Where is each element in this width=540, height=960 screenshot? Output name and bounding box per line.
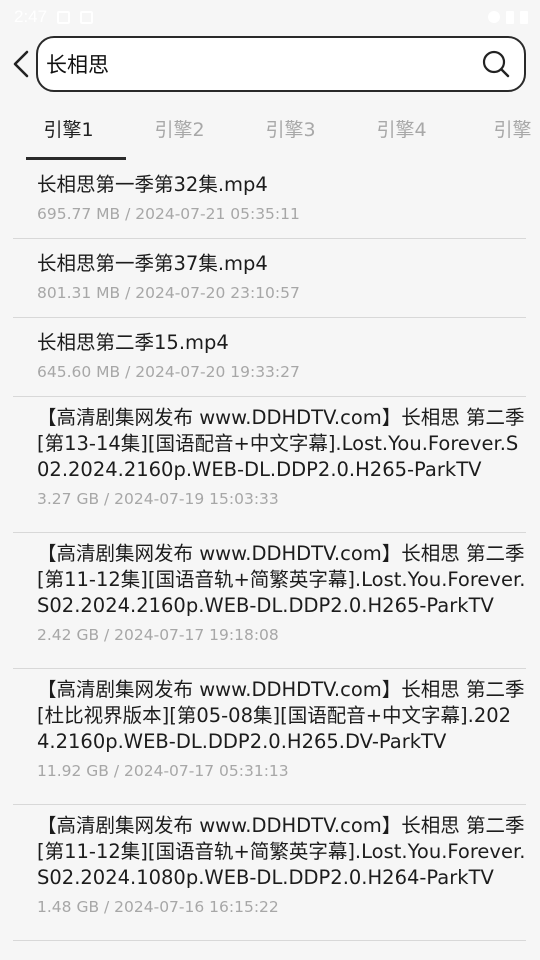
item-meta: 11.92 GB / 2024-07-17 05:31:13 (37, 762, 289, 780)
item-title: 【高清剧集网发布 www.DDHDTV.com】长相思 第二季[第11-12集]… (37, 814, 526, 889)
engine-tabs: 引擎1 引擎2 引擎3 引擎4 引擎 (0, 108, 540, 160)
tab-engine-1[interactable]: 引擎1 (13, 108, 126, 160)
item-title: 【高清剧集网发布 www.DDHDTV.com】长相思 第二季[第13-14集]… (37, 406, 525, 481)
item-meta: 3.27 GB / 2024-07-19 15:03:33 (37, 490, 279, 508)
list-item[interactable]: 【高清剧集网发布 www.DDHDTV.com】长相思 第二季[第11-12集]… (13, 533, 526, 669)
item-title: 长相思第一季第32集.mp4 (37, 173, 268, 196)
item-meta: 1.48 GB / 2024-07-16 16:15:22 (37, 898, 279, 916)
tab-engine-4[interactable]: 引擎4 (346, 108, 457, 160)
search-row (0, 36, 540, 94)
item-meta: 645.60 MB / 2024-07-20 19:33:27 (37, 363, 300, 381)
list-item[interactable]: 长相思第一季第32集.mp4 695.77 MB / 2024-07-21 05… (13, 160, 526, 239)
status-time: 2:47 (14, 7, 48, 26)
notification-icon (80, 10, 94, 24)
wifi-icon (488, 11, 500, 23)
item-title: 长相思第二季15.mp4 (37, 331, 229, 354)
item-title: 【高清剧集网发布 www.DDHDTV.com】长相思 第二季[杜比视界版本][… (37, 678, 525, 753)
status-bar: 2:47 (0, 0, 540, 34)
battery-icon (520, 10, 528, 24)
search-icon[interactable] (476, 44, 516, 84)
back-button[interactable] (6, 46, 36, 82)
item-meta: 2.42 GB / 2024-07-17 19:18:08 (37, 626, 279, 644)
item-title: 长相思第一季第37集.mp4 (37, 252, 268, 275)
list-item[interactable]: 【高清剧集网发布 www.DDHDTV.com】长相思 第二季[第11-12集]… (13, 805, 526, 941)
notification-icon (57, 10, 71, 24)
tab-engine-5[interactable]: 引擎 (457, 108, 540, 160)
search-input[interactable] (38, 44, 476, 84)
tab-engine-3[interactable]: 引擎3 (235, 108, 346, 160)
results-list: 长相思第一季第32集.mp4 695.77 MB / 2024-07-21 05… (13, 160, 526, 941)
item-meta: 695.77 MB / 2024-07-21 05:35:11 (37, 205, 300, 223)
list-item[interactable]: 长相思第二季15.mp4 645.60 MB / 2024-07-20 19:3… (13, 318, 526, 397)
item-meta: 801.31 MB / 2024-07-20 23:10:57 (37, 284, 300, 302)
item-title: 【高清剧集网发布 www.DDHDTV.com】长相思 第二季[第11-12集]… (37, 542, 526, 617)
list-item[interactable]: 【高清剧集网发布 www.DDHDTV.com】长相思 第二季[第13-14集]… (13, 397, 526, 533)
list-item[interactable]: 长相思第一季第37集.mp4 801.31 MB / 2024-07-20 23… (13, 239, 526, 318)
search-box (36, 36, 526, 92)
list-item[interactable]: 【高清剧集网发布 www.DDHDTV.com】长相思 第二季[杜比视界版本][… (13, 669, 526, 805)
tab-engine-2[interactable]: 引擎2 (124, 108, 235, 160)
chevron-left-icon (13, 50, 29, 78)
signal-icon (506, 10, 514, 24)
